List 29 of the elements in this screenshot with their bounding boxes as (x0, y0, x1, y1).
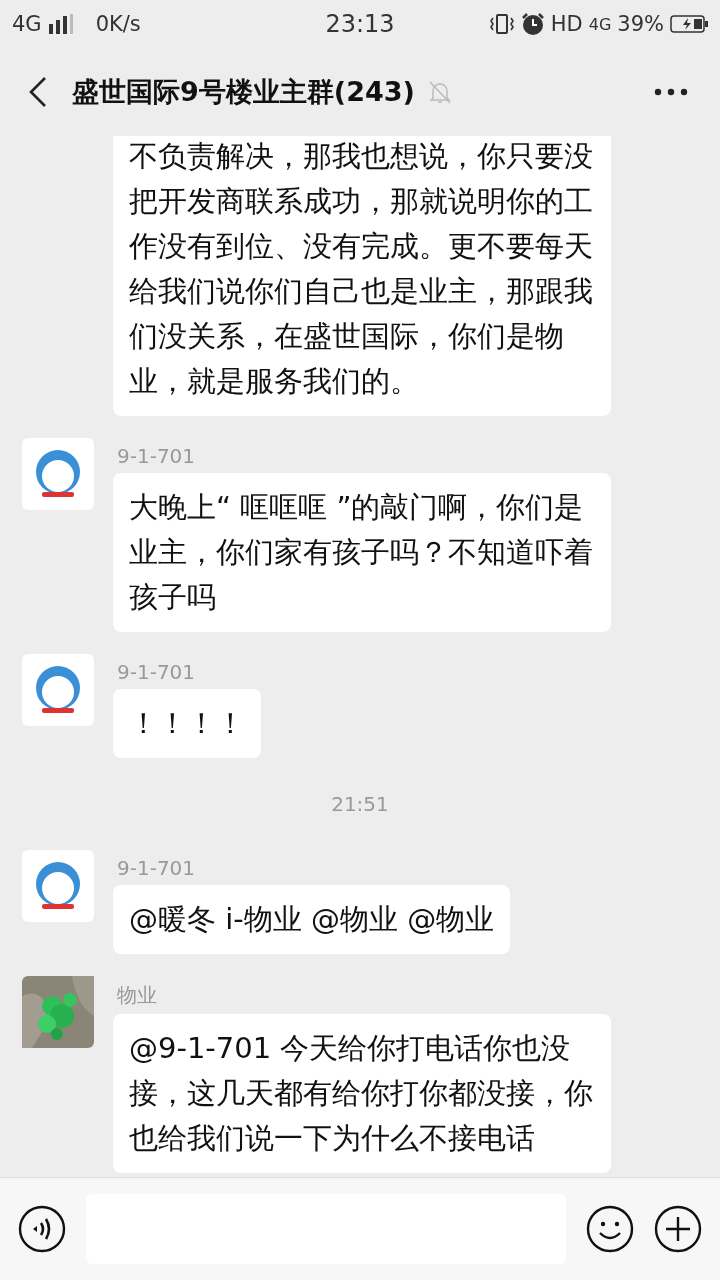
plus-icon[interactable] (654, 1205, 702, 1253)
sender-name: 9-1-701 (117, 444, 196, 468)
sender-name: 9-1-701 (117, 660, 196, 684)
network-type: 4G (12, 12, 42, 36)
message-bubble[interactable]: @9-1-701 今天给你打电话你也没接，这几天都有给你打你都没接，你也给我们说一下为什么不接电话 (113, 1014, 611, 1173)
network-type: 4G (588, 14, 612, 34)
message-bubble[interactable]: @暖冬 i-物业 @物业 @物业 (113, 885, 511, 954)
back-icon[interactable] (28, 76, 48, 108)
sender-name: 物业 (117, 982, 157, 1009)
battery-percent: 39% (617, 12, 664, 36)
clock: 23:13 (325, 10, 395, 38)
sender-name: 9-1-701 (117, 856, 196, 880)
battery-icon (670, 14, 710, 34)
vibrate-icon (488, 13, 515, 35)
avatar[interactable] (22, 654, 94, 726)
avatar[interactable] (22, 850, 94, 922)
network-speed: 0K/s (95, 12, 141, 36)
hd-indicator: HD (550, 12, 583, 36)
message-bubble[interactable]: 大晚上“ 哐哐哐 ”的敲门啊，你们是业主，你们家有孩子吗？不知道吓着孩子吗 (113, 473, 611, 632)
message-bubble[interactable]: 不负责解决，那我也想说，你只要没把开发商联系成功，那就说明你的工作没有到位、没有完成。更不要每天给我们说你们自己也是业主，那跟我们没关系，在盛世国际，你们是物业，就是服务我们的。 (113, 136, 611, 416)
alarm-icon (520, 12, 545, 36)
voice-icon[interactable] (18, 1205, 66, 1253)
more-icon[interactable] (654, 88, 688, 96)
timestamp: 21:51 (331, 792, 389, 816)
chat-title: 盛世国际9号楼业主群(243) (72, 75, 415, 109)
avatar[interactable] (22, 438, 94, 510)
emoji-icon[interactable] (586, 1205, 634, 1253)
message-bubble[interactable]: ！！！！ (113, 689, 261, 758)
signal-icon (47, 14, 74, 34)
